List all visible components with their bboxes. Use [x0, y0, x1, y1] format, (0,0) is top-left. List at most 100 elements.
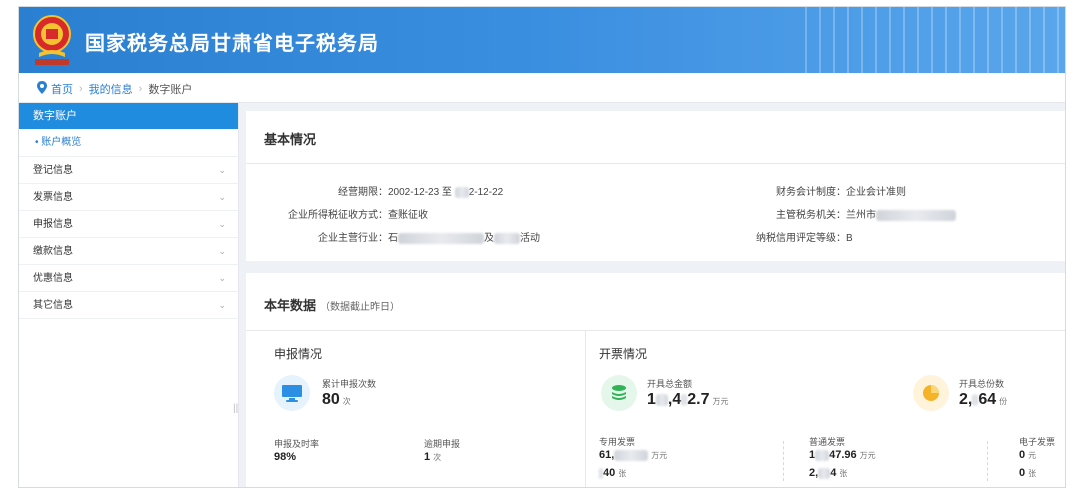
sidebar-item-preferential[interactable]: 优惠信息 ⌄ — [19, 265, 238, 292]
info-value: 活动 — [520, 233, 540, 244]
breadcrumb: 首页 › 我的信息 › 数字账户 — [19, 73, 1065, 103]
breadcrumb-separator: › — [79, 83, 83, 95]
basic-info-card: 基本情况 经营期限：2002-12-23 至 2-12-22 企业所得税征收方式… — [246, 111, 1065, 261]
business-term-row: 经营期限：2002-12-23 至 2-12-22 — [286, 183, 503, 198]
unit: 份 — [999, 397, 1008, 406]
redacted — [655, 393, 668, 406]
sidebar-item-registration[interactable]: 登记信息 ⌄ — [19, 157, 238, 184]
overdue-number: 1 — [424, 451, 431, 463]
total-amount-value: 1 ,4 2.7 万元 — [647, 391, 729, 409]
special-invoice-count: 40 张 — [599, 467, 626, 479]
breadcrumb-my-info[interactable]: 我的信息 — [89, 81, 133, 97]
sidebar-item-label: 登记信息 — [33, 165, 73, 176]
amount-part: ,4 — [667, 391, 682, 408]
app-window: 国家税务总局甘肃省电子税务局 首页 › 我的信息 › 数字账户 数字账户 • 账… — [18, 6, 1066, 488]
info-value: B — [846, 233, 853, 244]
info-key: 企业所得税征收方式： — [288, 210, 388, 221]
total-amount-label: 开具总金额 — [647, 379, 693, 389]
breadcrumb-separator: › — [138, 83, 143, 95]
total-count-value: 2, 64 份 — [959, 391, 1007, 409]
special-invoice-amount: 61, 万元 — [599, 449, 667, 461]
info-value: 查账征收 — [388, 210, 428, 221]
divider — [246, 163, 1065, 164]
unit: 万元 — [859, 451, 876, 460]
sidebar-item-label: 发票信息 — [33, 192, 73, 203]
unit: 万元 — [651, 451, 668, 460]
dashed-divider — [783, 441, 784, 481]
redacted — [614, 449, 649, 461]
unit: 次 — [342, 397, 351, 406]
info-value: 及 — [484, 233, 494, 244]
count-part: 4 — [830, 467, 837, 479]
redacted — [681, 393, 688, 406]
sidebar-item-payment[interactable]: 缴款信息 ⌄ — [19, 238, 238, 265]
redacted — [815, 449, 830, 461]
dashed-divider — [987, 441, 988, 481]
sidebar-collapse-handle[interactable]: || — [233, 403, 241, 417]
chevron-down-icon: ⌄ — [218, 246, 226, 256]
total-count-label: 开具总份数 — [959, 379, 1005, 389]
on-time-rate-label: 申报及时率 — [274, 439, 320, 449]
redacted — [454, 186, 469, 198]
declaration-panel: 申报情况 累计申报次数 80 次 申报及时率 98% 逾期申报 1次 — [246, 331, 586, 487]
breadcrumb-current: 数字账户 — [148, 84, 193, 96]
year-data-note: （数据截止昨日） — [320, 302, 401, 313]
sidebar-item-label: 其它信息 — [33, 300, 73, 311]
count-part: 2, — [959, 391, 973, 408]
info-value: 石 — [388, 233, 398, 244]
total-declarations-label: 累计申报次数 — [322, 379, 377, 389]
overdue-label: 逾期申报 — [424, 439, 461, 449]
count-part: 64 — [978, 391, 997, 408]
coin-stack-icon — [601, 375, 637, 411]
count-part: 0 — [1019, 467, 1026, 479]
monitor-icon — [274, 375, 310, 411]
sidebar-item-label: 申报信息 — [33, 219, 73, 230]
sidebar-item-invoice[interactable]: 发票信息 ⌄ — [19, 184, 238, 211]
unit: 次 — [433, 453, 442, 462]
tax-emblem-icon — [33, 15, 71, 65]
breadcrumb-home[interactable]: 首页 — [51, 81, 73, 97]
electronic-invoice-amount: 0元 — [1019, 449, 1036, 461]
electronic-invoice-label: 电子发票 — [1019, 437, 1056, 447]
redacted — [599, 467, 603, 479]
unit: 张 — [618, 469, 627, 478]
sidebar-item-account-overview[interactable]: • 账户概览 — [19, 129, 238, 157]
info-key: 主管税务机关： — [776, 210, 846, 221]
chevron-down-icon: ⌄ — [218, 192, 226, 202]
count-part: 2, — [809, 467, 819, 479]
chevron-down-icon: ⌄ — [218, 165, 226, 175]
chevron-down-icon: ⌄ — [218, 273, 226, 283]
chevron-down-icon: ⌄ — [218, 300, 226, 310]
redacted — [876, 209, 956, 221]
info-value: 2002-12-23 至 — [388, 187, 455, 198]
amount-part: 0 — [1019, 449, 1026, 461]
count-part: 40 — [603, 467, 616, 479]
amount-part: 47.96 — [829, 449, 857, 461]
redacted — [398, 232, 484, 244]
sidebar: 数字账户 • 账户概览 登记信息 ⌄ 发票信息 ⌄ 申报信息 ⌄ 缴款信息 ⌄ … — [19, 103, 241, 487]
info-value: 企业会计准则 — [846, 187, 906, 198]
income-tax-method-row: 企业所得税征收方式：查账征收 — [286, 206, 428, 221]
info-value: 2-12-22 — [468, 187, 504, 198]
sidebar-item-other[interactable]: 其它信息 ⌄ — [19, 292, 238, 319]
main-industry-row: 企业主营行业：石 及 活动 — [286, 229, 540, 244]
sidebar-item-label: 优惠信息 — [33, 273, 73, 284]
on-time-rate-value: 98% — [274, 451, 297, 463]
year-data-card: 本年数据 （数据截止昨日） 申报情况 累计申报次数 80 次 申报及时率 98% 逾… — [246, 273, 1065, 487]
redacted — [818, 467, 831, 479]
redacted — [972, 393, 979, 406]
info-key: 经营期限： — [338, 187, 388, 198]
invoice-title: 开票情况 — [599, 347, 648, 361]
normal-invoice-count: 2, 4 张 — [809, 467, 847, 479]
info-key: 纳税信用评定等级： — [756, 233, 846, 244]
sidebar-item-label: 缴款信息 — [33, 246, 73, 257]
chevron-down-icon: ⌄ — [218, 219, 226, 229]
sidebar-item-declaration[interactable]: 申报信息 ⌄ — [19, 211, 238, 238]
total-declarations-number: 80 — [322, 391, 340, 408]
year-data-title-text: 本年数据 — [264, 298, 317, 313]
sidebar-header[interactable]: 数字账户 — [19, 103, 238, 129]
amount-part: 1 — [647, 391, 656, 408]
amount-part: 61, — [599, 449, 615, 461]
site-header: 国家税务总局甘肃省电子税务局 — [19, 7, 1065, 73]
pie-chart-icon — [913, 375, 949, 411]
